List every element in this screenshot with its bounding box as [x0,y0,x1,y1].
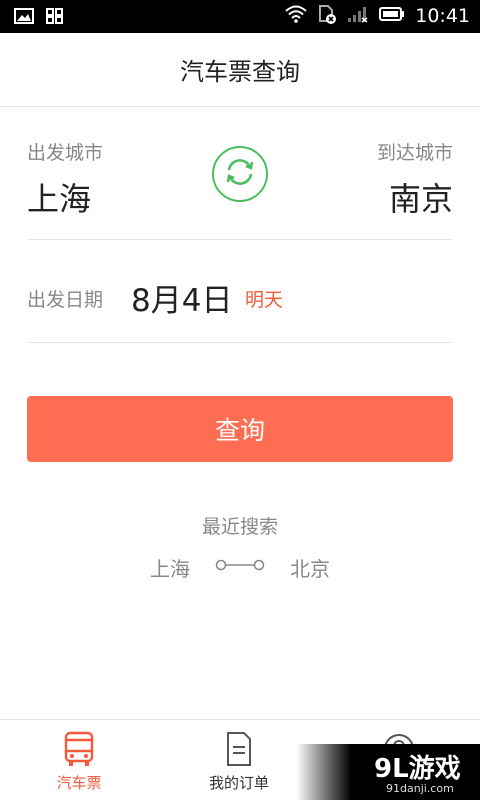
bus-icon [61,730,97,768]
route-connector-icon [215,557,265,577]
departure-date-value[interactable]: 8月4日 [131,275,232,320]
grid-apps-icon [46,8,64,28]
watermark-logo: 9L游戏 [374,754,461,784]
recent-search-item[interactable]: 上海 北京 [150,550,330,584]
swap-arrows-icon [223,155,257,193]
recent-from-city: 上海 [150,556,190,581]
document-icon [221,730,257,768]
route-selector: 出发城市 上海 到达城市 南京 [27,108,453,240]
date-selector[interactable]: 出发日期 8月4日 明天 [27,241,453,343]
page-title: 汽车票查询 [180,58,300,86]
from-city-label: 出发城市 [27,142,104,164]
battery-icon [379,6,405,26]
signal-icon [347,5,369,27]
nav-label-my-orders: 我的订单 [208,774,269,792]
nav-label-bus-ticket: 汽车票 [56,774,102,792]
status-time: 10:41 [415,5,470,27]
date-relative-hint: 明天 [245,289,284,311]
recent-searches-title: 最近搜索 [201,516,278,538]
watermark-url: 91danji.com [386,782,454,795]
to-city-label: 到达城市 [376,142,453,164]
recent-to-city: 北京 [290,556,330,581]
watermark: 9L游戏 91danji.com [296,744,480,800]
image-icon [14,8,34,28]
search-button[interactable]: 查询 [27,396,453,462]
from-city-value[interactable]: 上海 [27,174,91,220]
nav-item-my-orders[interactable]: 我的订单 [184,720,294,800]
wifi-icon [285,5,307,27]
status-bar: 10:41 [0,0,480,33]
title-bar: 汽车票查询 [0,33,480,107]
sim-icon [317,4,337,28]
swap-cities-button[interactable] [212,146,268,202]
nav-item-bus-ticket[interactable]: 汽车票 [24,720,134,800]
departure-date-label: 出发日期 [27,289,104,311]
to-city-value[interactable]: 南京 [389,174,453,220]
